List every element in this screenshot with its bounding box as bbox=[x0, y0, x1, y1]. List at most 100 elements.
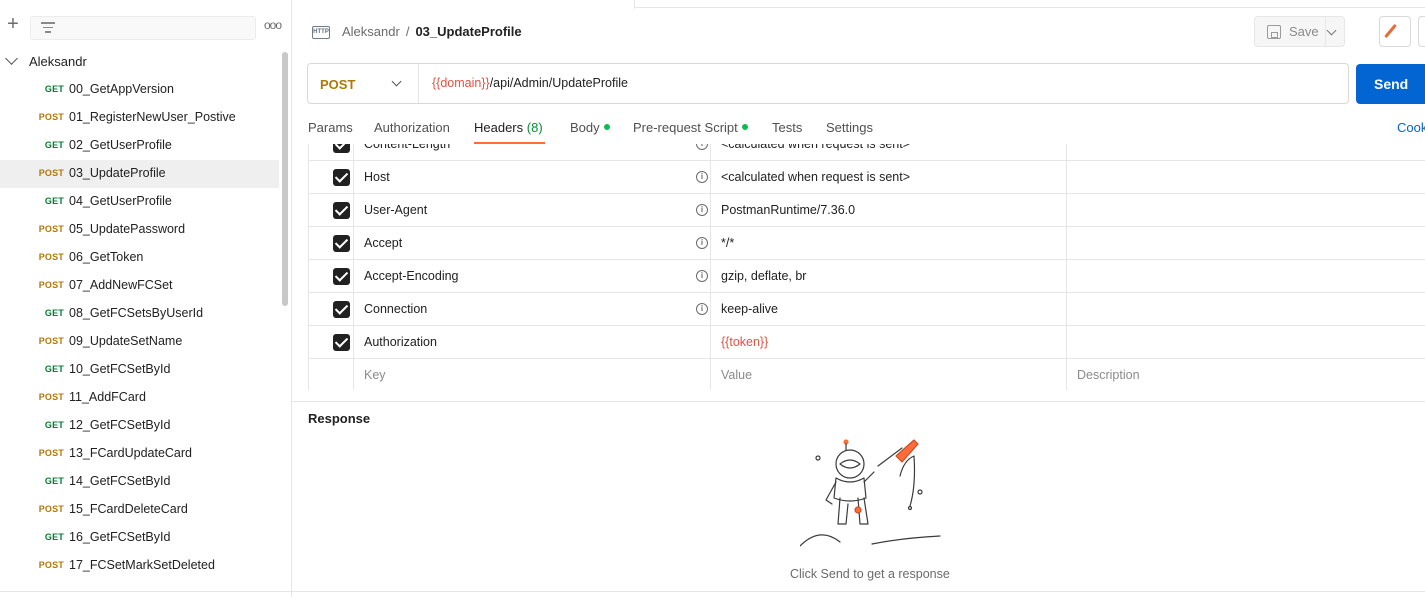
header-key-cell[interactable] bbox=[354, 227, 711, 260]
tab-params[interactable]: Params bbox=[308, 120, 353, 135]
request-tabs: Params Authorization Headers (8) Body Pr… bbox=[308, 118, 1425, 146]
request-tab[interactable] bbox=[292, 0, 635, 9]
header-checkbox[interactable] bbox=[333, 169, 350, 186]
header-checkbox-cell bbox=[309, 293, 354, 326]
header-checkbox[interactable] bbox=[333, 334, 350, 351]
request-name: 04_GetUserProfile bbox=[69, 194, 172, 208]
sidebar-request-item[interactable]: GET 14_GetFCSetById bbox=[0, 468, 279, 496]
sidebar-toolbar: + ooo bbox=[0, 12, 291, 44]
tab-body[interactable]: Body bbox=[570, 120, 610, 135]
method-select[interactable]: POST bbox=[308, 64, 419, 103]
header-checkbox[interactable] bbox=[333, 301, 350, 318]
more-icon[interactable]: ooo bbox=[264, 18, 282, 32]
request-name: 06_GetToken bbox=[69, 250, 144, 264]
sidebar-request-item[interactable]: POST 09_UpdateSetName bbox=[0, 328, 279, 356]
tab-authorization[interactable]: Authorization bbox=[374, 120, 450, 135]
tab-pre-request-script[interactable]: Pre-request Script bbox=[633, 120, 748, 135]
edit-button[interactable] bbox=[1379, 16, 1411, 47]
send-button[interactable]: Send bbox=[1356, 64, 1425, 104]
tab-tests[interactable]: Tests bbox=[772, 120, 802, 135]
tab-strip bbox=[292, 0, 1425, 9]
sidebar-request-item[interactable]: GET 10_GetFCSetById bbox=[0, 356, 279, 384]
sidebar: + ooo Aleksandr GET 00_GetAppVersion POST 0… bbox=[0, 0, 292, 597]
main-panel: HTTP Aleksandr / 03_UpdateProfile Save POS… bbox=[292, 0, 1425, 597]
description-placeholder[interactable]: Description bbox=[1077, 368, 1140, 382]
sidebar-request-item[interactable]: POST 06_GetToken bbox=[0, 244, 279, 272]
request-method-badge: POST bbox=[38, 280, 64, 290]
sidebar-request-item[interactable]: POST 17_FCSetMarkSetDeleted bbox=[0, 552, 279, 580]
collection-header[interactable]: Aleksandr bbox=[0, 48, 280, 74]
header-checkbox[interactable] bbox=[333, 235, 350, 252]
url-input[interactable]: {{domain}}/api/Admin/UpdateProfile bbox=[432, 76, 628, 90]
sidebar-request-item[interactable]: GET 16_GetFCSetById bbox=[0, 524, 279, 552]
tab-headers-label: Headers bbox=[474, 120, 524, 135]
header-value-cell[interactable] bbox=[711, 227, 1067, 260]
save-button[interactable]: Save bbox=[1255, 17, 1326, 46]
info-icon[interactable]: i bbox=[696, 204, 708, 216]
sidebar-request-item[interactable]: GET 02_GetUserProfile bbox=[0, 132, 279, 160]
info-icon[interactable]: i bbox=[696, 171, 708, 183]
info-icon[interactable]: i bbox=[696, 303, 708, 315]
sidebar-scrollbar[interactable] bbox=[282, 52, 288, 306]
value-input[interactable] bbox=[711, 359, 1067, 390]
header-value: {{token}} bbox=[721, 335, 769, 349]
request-method-badge: POST bbox=[38, 448, 64, 458]
request-method-badge: GET bbox=[44, 476, 64, 486]
tab-pre-request-label: Pre-request Script bbox=[633, 120, 738, 135]
sidebar-request-item[interactable]: POST 01_RegisterNewUser_Postive bbox=[0, 104, 279, 132]
breadcrumb-collection[interactable]: Aleksandr bbox=[342, 24, 400, 39]
body-indicator-dot bbox=[603, 124, 610, 130]
info-icon[interactable]: i bbox=[696, 237, 708, 249]
response-divider[interactable] bbox=[292, 401, 1425, 402]
request-method-badge: POST bbox=[38, 392, 64, 402]
filter-icon bbox=[41, 22, 55, 34]
sidebar-request-item[interactable]: POST 15_FCardDeleteCard bbox=[0, 496, 279, 524]
header-checkbox-cell bbox=[309, 161, 354, 194]
chevron-down-icon bbox=[391, 76, 402, 87]
header-key: Host bbox=[364, 170, 390, 184]
header-checkbox[interactable] bbox=[333, 202, 350, 219]
request-name: 00_GetAppVersion bbox=[69, 82, 174, 96]
header-checkbox-cell bbox=[309, 260, 354, 293]
postman-window: + ooo Aleksandr GET 00_GetAppVersion POST 0… bbox=[0, 0, 1425, 597]
request-method-badge: POST bbox=[38, 112, 64, 122]
filter-input[interactable] bbox=[30, 16, 256, 40]
header-key-cell[interactable] bbox=[354, 161, 711, 194]
documentation-button[interactable] bbox=[1418, 16, 1425, 47]
sidebar-request-item[interactable]: POST 13_FCardUpdateCard bbox=[0, 440, 279, 468]
sidebar-request-item[interactable]: GET 04_GetUserProfile bbox=[0, 188, 279, 216]
header-checkbox[interactable] bbox=[333, 268, 350, 285]
info-icon[interactable]: i bbox=[696, 270, 708, 282]
request-method-badge: GET bbox=[44, 532, 64, 542]
plus-icon[interactable]: + bbox=[4, 14, 22, 34]
tab-settings[interactable]: Settings bbox=[826, 120, 873, 135]
request-name: 12_GetFCSetById bbox=[69, 418, 171, 432]
status-bar-border bbox=[0, 591, 1425, 592]
sidebar-request-item[interactable]: GET 00_GetAppVersion bbox=[0, 76, 279, 104]
sidebar-request-item[interactable]: POST 05_UpdatePassword bbox=[0, 216, 279, 244]
header-checkbox-cell bbox=[309, 194, 354, 227]
cookies-link[interactable]: Cook bbox=[1397, 120, 1425, 135]
header-checkbox-cell bbox=[309, 326, 354, 359]
header-key: Accept bbox=[364, 236, 403, 250]
breadcrumb-request[interactable]: 03_UpdateProfile bbox=[415, 24, 521, 39]
header-checkbox[interactable] bbox=[333, 144, 350, 153]
tab-headers[interactable]: Headers (8) bbox=[474, 120, 543, 135]
sidebar-request-item[interactable]: POST 07_AddNewFCSet bbox=[0, 272, 279, 300]
request-method-badge: GET bbox=[44, 420, 64, 430]
tab-body-label: Body bbox=[570, 120, 600, 135]
header-checkbox-cell bbox=[309, 144, 354, 161]
sidebar-request-item[interactable]: POST 11_AddFCard bbox=[0, 384, 279, 412]
request-name: 05_UpdatePassword bbox=[69, 222, 186, 236]
key-input[interactable] bbox=[354, 359, 711, 390]
http-icon: HTTP bbox=[312, 26, 330, 39]
request-name: 09_UpdateSetName bbox=[69, 334, 183, 348]
request-name: 01_RegisterNewUser_Postive bbox=[69, 110, 236, 124]
response-hint: Click Send to get a response bbox=[790, 567, 950, 581]
request-method-badge: POST bbox=[38, 252, 64, 262]
sidebar-request-item[interactable]: POST 03_UpdateProfile bbox=[0, 160, 279, 188]
chevron-down-icon[interactable] bbox=[1326, 25, 1337, 36]
sidebar-request-item[interactable]: GET 08_GetFCSetsByUserId bbox=[0, 300, 279, 328]
sidebar-request-item[interactable]: GET 12_GetFCSetById bbox=[0, 412, 279, 440]
chevron-down-icon[interactable] bbox=[5, 52, 18, 65]
